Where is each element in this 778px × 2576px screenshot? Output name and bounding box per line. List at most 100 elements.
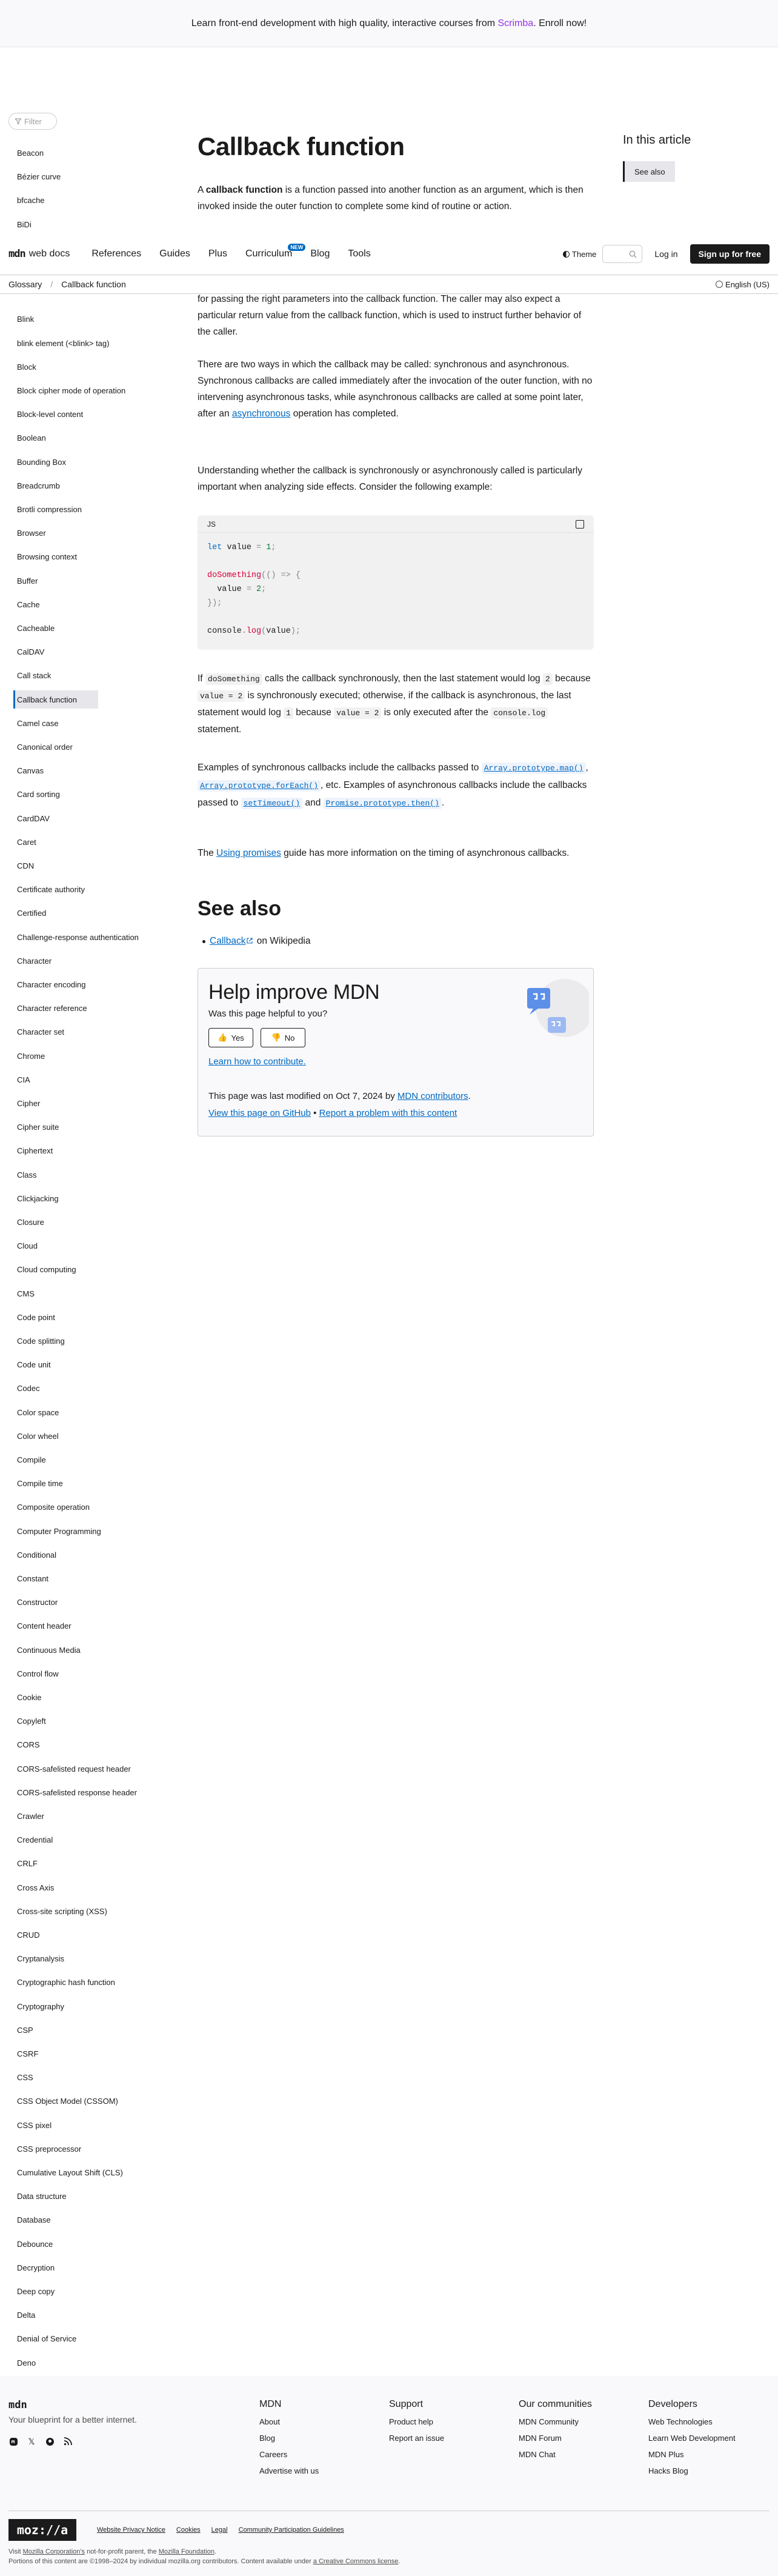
breadcrumb-glossary[interactable]: Glossary xyxy=(8,279,42,289)
nav-curriculum[interactable]: Curriculum NEW xyxy=(245,244,306,259)
report-problem-link[interactable]: Report a problem with this content xyxy=(319,1108,457,1118)
sidebar-item[interactable]: Composite operation xyxy=(17,1503,90,1512)
sidebar-item[interactable]: CRLF xyxy=(17,1859,38,1868)
github-icon[interactable] xyxy=(45,2437,55,2446)
theme-switcher[interactable]: Theme xyxy=(562,250,596,259)
sidebar-item[interactable]: Cumulative Layout Shift (CLS) xyxy=(17,2168,123,2177)
sidebar-item[interactable]: CSS pixel xyxy=(17,2121,52,2130)
sidebar-item[interactable]: Bézier curve xyxy=(17,172,61,181)
copy-icon[interactable] xyxy=(576,520,584,529)
sidebar-item[interactable]: CDN xyxy=(17,861,34,870)
sidebar-item[interactable]: Color wheel xyxy=(17,1432,59,1441)
sidebar-item[interactable]: Browser xyxy=(17,529,46,538)
sidebar-item[interactable]: Denial of Service xyxy=(17,2334,76,2343)
sidebar-item[interactable]: Compile xyxy=(17,1455,46,1464)
sidebar-item[interactable]: Cloud computing xyxy=(17,1265,76,1274)
sidebar-item[interactable]: CSS xyxy=(17,2073,33,2082)
sidebar-item[interactable]: Canvas xyxy=(17,766,44,775)
promise-then-link[interactable]: Promise.prototype.then() xyxy=(323,798,442,809)
sidebar-item[interactable]: Conditional xyxy=(17,1550,56,1560)
sidebar-item[interactable]: Brotli compression xyxy=(17,505,82,514)
x-twitter-icon[interactable]: 𝕏 xyxy=(27,2437,36,2446)
sidebar-item[interactable]: CMS xyxy=(17,1289,35,1298)
sidebar-item[interactable]: Cross-site scripting (XSS) xyxy=(17,1907,107,1916)
sidebar-item[interactable]: Code unit xyxy=(17,1360,51,1369)
mozilla-logo[interactable]: moz://a xyxy=(8,2519,76,2541)
sidebar-item[interactable]: CORS-safelisted response header xyxy=(17,1788,137,1797)
sidebar-item[interactable]: Character encoding xyxy=(17,980,85,989)
sidebar-item[interactable]: Callback function xyxy=(17,695,77,704)
sidebar-item[interactable]: Database xyxy=(17,2215,51,2224)
footer-mdn-forum[interactable]: MDN Forum xyxy=(519,2434,592,2443)
breadcrumb-current[interactable]: Callback function xyxy=(61,279,126,289)
community-guidelines-link[interactable]: Community Participation Guidelines xyxy=(239,2526,344,2534)
array-map-link[interactable]: Array.prototype.map() xyxy=(481,762,586,774)
sidebar-item[interactable]: BiDi xyxy=(17,220,32,229)
sidebar-item[interactable]: CORS xyxy=(17,1740,40,1749)
footer-blog[interactable]: Blog xyxy=(259,2434,319,2443)
sidebar-item[interactable]: CardDAV xyxy=(17,814,50,823)
sidebar-item[interactable]: Code point xyxy=(17,1313,55,1322)
footer-careers[interactable]: Careers xyxy=(259,2450,319,2459)
learn-contribute-link[interactable]: Learn how to contribute. xyxy=(208,1056,306,1067)
sidebar-item[interactable]: Ciphertext xyxy=(17,1146,53,1155)
sidebar-item[interactable]: CSP xyxy=(17,2026,33,2035)
sidebar-item[interactable]: Content header xyxy=(17,1621,71,1630)
language-switcher[interactable]: English (US) xyxy=(716,280,770,289)
creative-commons-link[interactable]: a Creative Commons license xyxy=(313,2558,399,2565)
sidebar-item[interactable]: Blink xyxy=(17,315,34,324)
nav-guides[interactable]: Guides xyxy=(159,249,190,259)
sidebar-item[interactable]: Buffer xyxy=(17,576,38,586)
sidebar-item[interactable]: Cryptography xyxy=(17,2002,64,2011)
asynchronous-link[interactable]: asynchronous xyxy=(232,409,291,419)
sidebar-item[interactable]: Control flow xyxy=(17,1669,59,1678)
sidebar-item[interactable]: Cipher suite xyxy=(17,1123,59,1132)
yes-button[interactable]: 👍 Yes xyxy=(208,1028,253,1047)
sidebar-item[interactable]: Block-level content xyxy=(17,410,83,419)
cookies-link[interactable]: Cookies xyxy=(176,2526,201,2534)
sidebar-item[interactable]: CSS Object Model (CSSOM) xyxy=(17,2097,118,2106)
sidebar-item[interactable]: Decryption xyxy=(17,2263,55,2272)
sidebar-filter-input[interactable]: Filter xyxy=(8,113,57,130)
footer-logo[interactable]: mdn xyxy=(8,2399,27,2411)
sidebar-item[interactable]: Deno xyxy=(17,2358,36,2367)
sidebar-item[interactable]: Certified xyxy=(17,909,46,918)
rss-icon[interactable] xyxy=(63,2437,73,2446)
sidebar-item[interactable]: Constant xyxy=(17,1574,48,1583)
footer-learn-web-dev[interactable]: Learn Web Development xyxy=(648,2434,736,2443)
footer-report-issue[interactable]: Report an issue xyxy=(389,2434,444,2443)
toc-see-also[interactable]: See also xyxy=(623,161,675,182)
sidebar-item[interactable]: Camel case xyxy=(17,719,59,728)
footer-advertise[interactable]: Advertise with us xyxy=(259,2466,319,2475)
sidebar-item[interactable]: Bounding Box xyxy=(17,458,66,467)
sidebar-item[interactable]: Cookie xyxy=(17,1693,41,1702)
signup-button[interactable]: Sign up for free xyxy=(690,244,770,264)
sidebar-item[interactable]: Code splitting xyxy=(17,1336,65,1346)
sidebar-item[interactable]: Copyleft xyxy=(17,1717,46,1726)
privacy-notice-link[interactable]: Website Privacy Notice xyxy=(97,2526,165,2534)
nav-references[interactable]: References xyxy=(91,249,141,259)
sidebar-item[interactable]: Credential xyxy=(17,1835,53,1844)
sidebar-item[interactable]: Clickjacking xyxy=(17,1194,59,1203)
sidebar-item[interactable]: Codec xyxy=(17,1384,40,1393)
contributors-link[interactable]: MDN contributors xyxy=(397,1091,468,1101)
footer-mdn-chat[interactable]: MDN Chat xyxy=(519,2450,592,2459)
login-link[interactable]: Log in xyxy=(648,249,683,259)
mozilla-corporation-link[interactable]: Mozilla Corporation's xyxy=(23,2548,85,2555)
sidebar-item[interactable]: CalDAV xyxy=(17,647,44,656)
sidebar-item[interactable]: CSS preprocessor xyxy=(17,2144,81,2154)
sidebar-item[interactable]: bfcache xyxy=(17,196,45,205)
scrimba-link[interactable]: Scrimba xyxy=(498,18,534,29)
sidebar-item[interactable]: Cross Axis xyxy=(17,1883,54,1892)
sidebar-item[interactable]: Boolean xyxy=(17,433,46,442)
sidebar-item[interactable]: Continuous Media xyxy=(17,1646,81,1655)
sidebar-item[interactable]: Card sorting xyxy=(17,790,60,799)
footer-mdn-plus[interactable]: MDN Plus xyxy=(648,2450,736,2459)
sidebar-item[interactable]: Deep copy xyxy=(17,2287,55,2296)
sidebar-item[interactable]: Color space xyxy=(17,1408,59,1417)
nav-tools[interactable]: Tools xyxy=(348,249,370,259)
sidebar-item[interactable]: Chrome xyxy=(17,1052,45,1061)
mastodon-icon[interactable] xyxy=(8,2437,18,2446)
sidebar-item[interactable]: Cache xyxy=(17,600,40,609)
sidebar-item[interactable]: Caret xyxy=(17,838,36,847)
